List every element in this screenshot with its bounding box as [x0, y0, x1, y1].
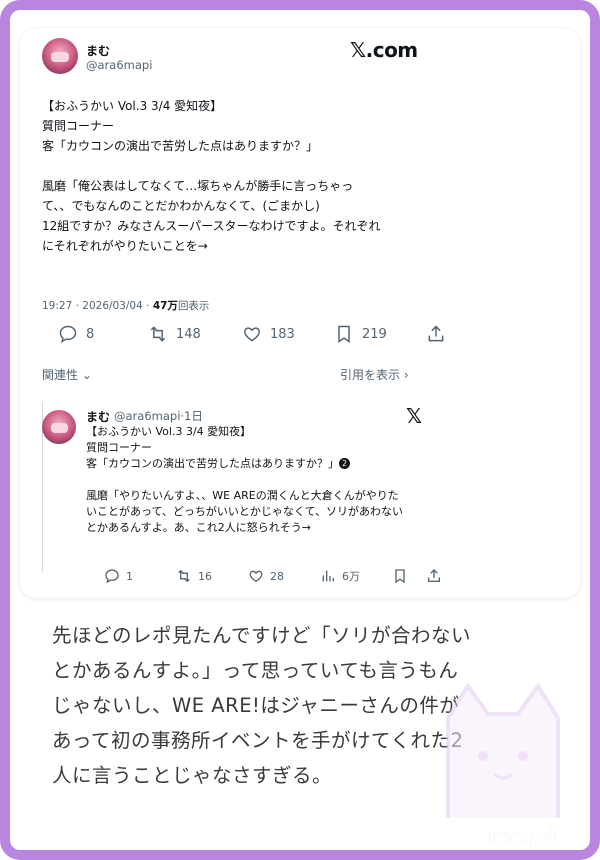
quoted-repost-count: 16 — [198, 569, 212, 583]
relevance-dropdown[interactable]: 関連性 ⌄ — [42, 366, 92, 383]
quoted-text-line: 質問コーナー — [86, 441, 152, 454]
views-count: 47万 — [152, 300, 178, 312]
quoted-text-line: いことがあって、どっちがいいとかじゃなくて、ソリがあわない — [86, 505, 404, 518]
repost-icon — [178, 569, 190, 583]
reply-count: 8 — [86, 326, 95, 342]
quoted-text-line: 【おふうかい Vol.3 3/4 愛知夜】 — [86, 425, 252, 438]
tweet-text-line: にそれぞれがやりたいことを→ — [42, 239, 208, 253]
bookmark-icon — [395, 569, 405, 584]
quoted-avatar[interactable] — [42, 410, 76, 444]
quoted-repost-button[interactable]: 16 — [176, 568, 212, 584]
bookmark-icon — [338, 325, 350, 343]
relevance-label: 関連性 — [42, 368, 79, 382]
views-label: 回表示 — [177, 300, 210, 312]
bookmark-count: 219 — [362, 326, 387, 342]
chevron-right-icon: › — [403, 368, 409, 382]
share-icon — [428, 569, 440, 582]
repost-icon — [150, 326, 166, 342]
avatar[interactable] — [42, 38, 78, 74]
reply-icon — [105, 569, 119, 584]
view-quotes-label: 引用を表示 — [340, 368, 401, 382]
reply-button[interactable]: 8 — [58, 324, 94, 344]
analytics-icon — [322, 570, 334, 582]
share-button[interactable] — [426, 324, 446, 344]
quoted-author-name[interactable]: まむ — [86, 408, 110, 425]
quoted-share-button[interactable] — [426, 568, 442, 584]
heart-icon — [249, 570, 263, 583]
quoted-text-line: 客「カウコンの演出で苦労した点はありますか？」 2 — [86, 456, 426, 472]
repost-button[interactable]: 148 — [148, 324, 201, 344]
quoted-views-button[interactable]: 6万 — [320, 568, 360, 584]
quoted-text-line: 風磨「やりたいんすよ、、WE AREの潤くんと大倉くんがやりた — [86, 489, 399, 502]
reply-icon — [59, 325, 77, 344]
timestamp[interactable]: 19:27 · 2026/03/04 · — [42, 300, 153, 312]
repost-count: 148 — [176, 326, 201, 342]
quoted-author-handle[interactable]: @ara6mapi·1日 — [114, 408, 203, 424]
cat-watermark-icon — [446, 682, 560, 818]
quoted-like-button[interactable]: 28 — [248, 568, 284, 584]
quoted-text-line-content: 客「カウコンの演出で苦労した点はありますか？」 — [86, 457, 339, 470]
quoted-tweet-text: 【おふうかい Vol.3 3/4 愛知夜】 質問コーナー 客「カウコンの演出で苦… — [86, 424, 426, 536]
quoted-views-count: 6万 — [342, 570, 360, 583]
x-logo-label: 𝕏.com — [350, 38, 418, 62]
quoted-text-line — [86, 472, 426, 488]
tweet-text-line — [42, 156, 442, 176]
view-quotes-link[interactable]: 引用を表示 › — [340, 366, 409, 383]
like-count: 183 — [270, 326, 295, 342]
tweet-text-line: 風磨「俺公表はしてなくて…塚ちゃんが勝手に言っちゃっ — [42, 179, 354, 193]
chevron-down-icon: ⌄ — [81, 368, 92, 382]
tweet-text-line: 客「カウコンの演出で苦労した点はありますか？」 — [42, 139, 319, 153]
tweet-text-line: 質問コーナー — [42, 119, 115, 133]
share-icon — [428, 325, 444, 342]
author-name[interactable]: まむ — [86, 42, 110, 59]
bookmark-button[interactable]: 219 — [334, 324, 387, 344]
tweet-text-line: 12組ですか？みなさんスーパースターなわけですよ。それぞれ — [42, 219, 381, 233]
quoted-like-count: 28 — [270, 569, 284, 583]
tweet-meta: 19:27 · 2026/03/04 · 47万回表示 — [42, 298, 209, 313]
mond-logo: mond — [488, 826, 556, 851]
quoted-text-line: とかあるんすよ。あ、これ2人に怒られそう→ — [86, 521, 311, 534]
quoted-bookmark-button[interactable] — [392, 568, 408, 584]
quoted-reply-count: 1 — [126, 569, 133, 583]
tweet-text: 【おふうかい Vol.3 3/4 愛知夜】 質問コーナー 客「カウコンの演出で苦… — [42, 96, 442, 256]
author-handle[interactable]: @ara6mapi — [86, 58, 152, 72]
quoted-reply-button[interactable]: 1 — [104, 568, 133, 584]
thread-badge: 2 — [339, 458, 350, 469]
tweet-text-line: 【おふうかい Vol.3 3/4 愛知夜】 — [42, 99, 223, 113]
like-button[interactable]: 183 — [242, 324, 295, 344]
caption-line: 先ほどのレポ見たんですけど「ソリが合わない — [52, 624, 472, 647]
heart-icon — [243, 327, 261, 342]
tweet-text-line: て、、でもなんのことだかわかんなくて、(ごまかし) — [42, 199, 320, 213]
